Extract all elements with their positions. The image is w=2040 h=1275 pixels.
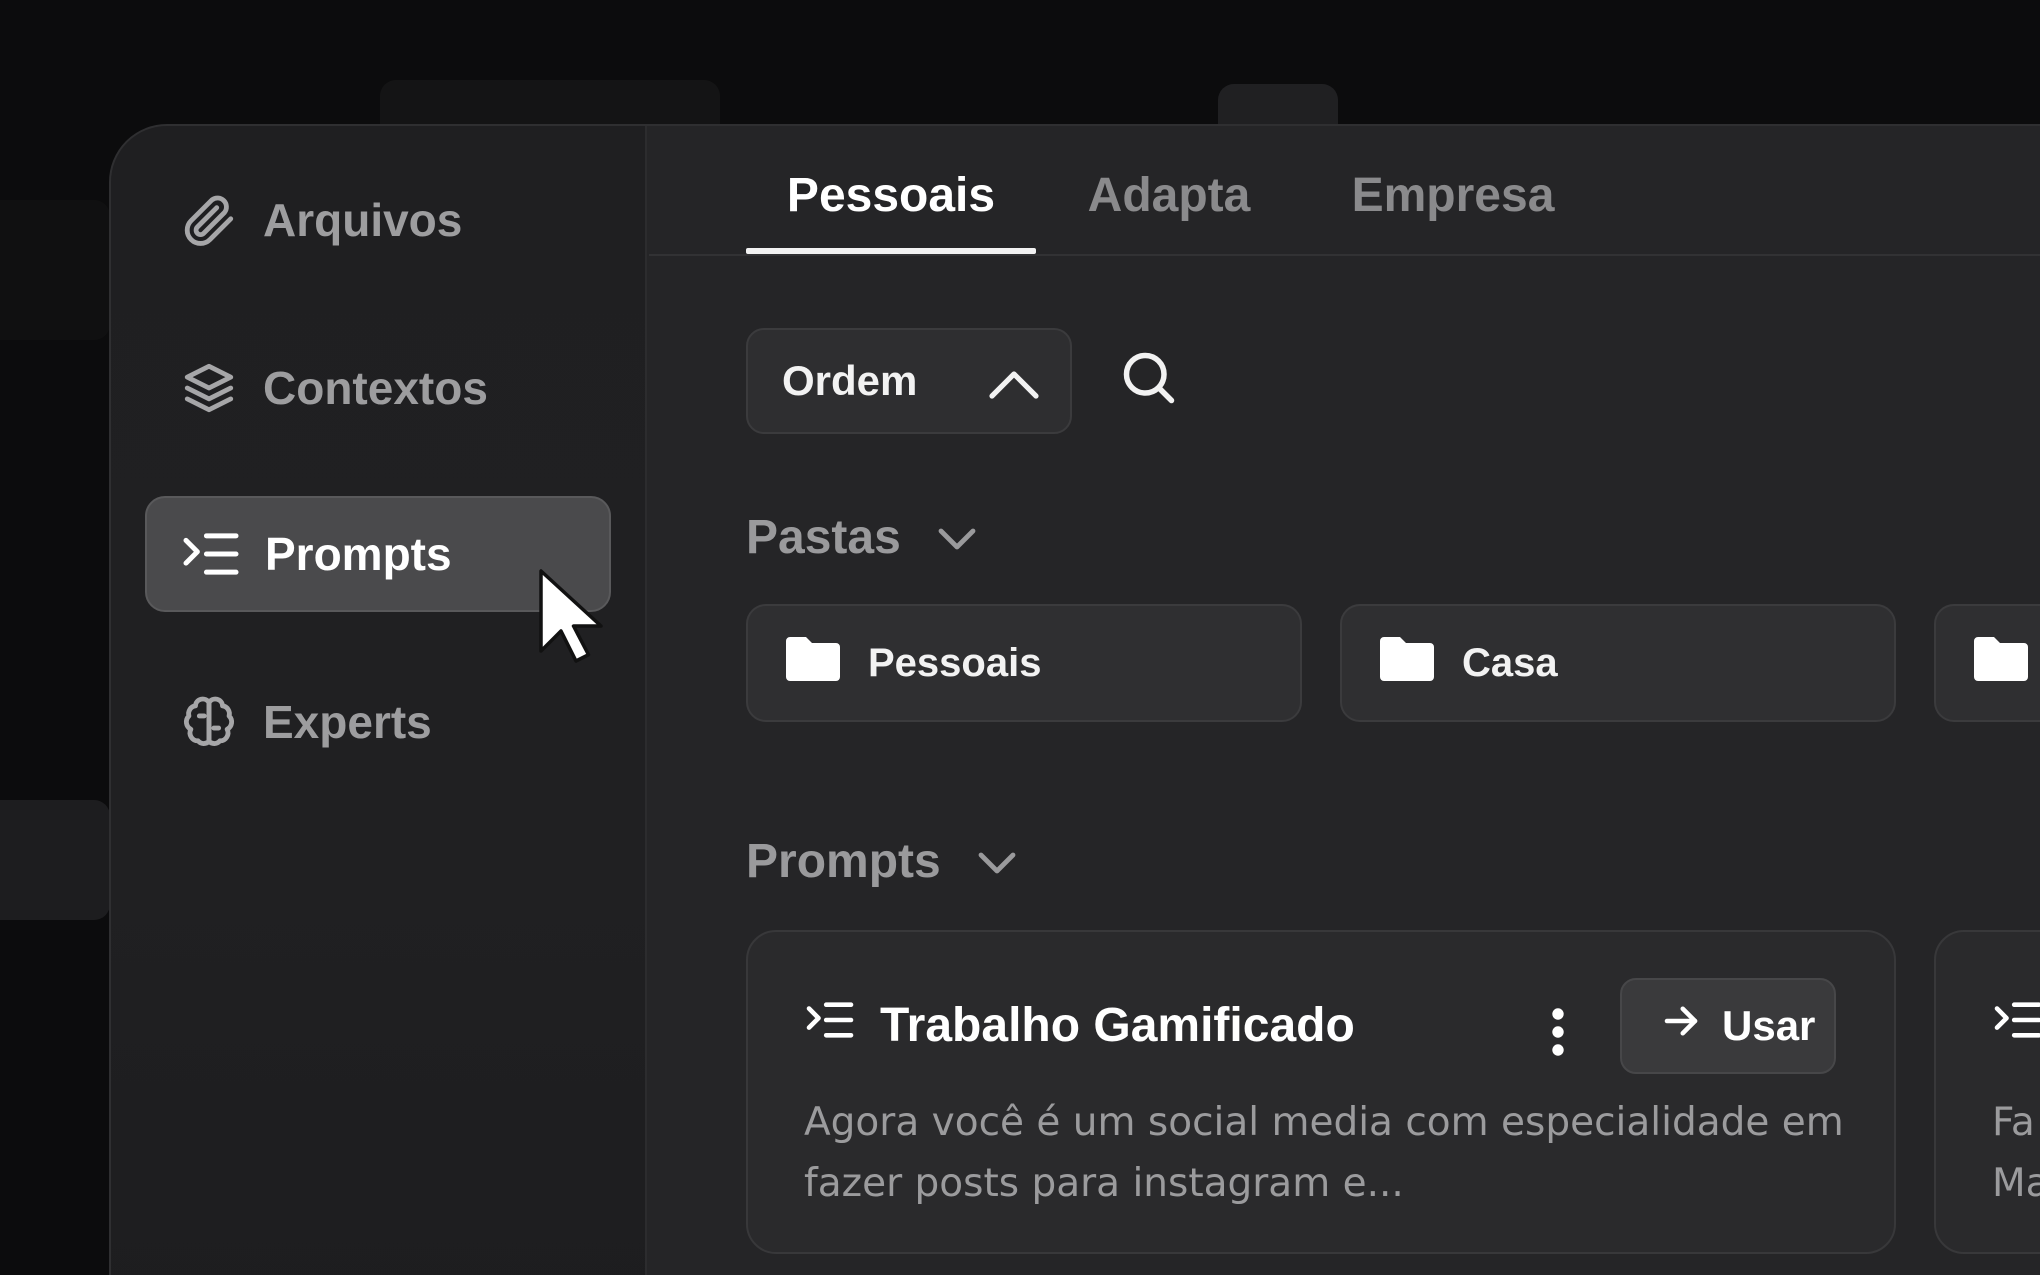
tab-label: Pessoais bbox=[786, 169, 996, 222]
paperclip-icon bbox=[179, 190, 239, 250]
folder-label: Casa bbox=[1462, 640, 1558, 685]
tab-bar: Pessoais Adapta Empresa bbox=[649, 126, 2040, 256]
chevron-down-icon bbox=[937, 510, 977, 565]
folders-section-header[interactable]: Pastas bbox=[746, 510, 977, 565]
order-button[interactable]: Ordem bbox=[746, 328, 1072, 434]
tab-label: Adapta bbox=[1087, 169, 1251, 222]
prompt-list-icon bbox=[181, 524, 241, 584]
prompt-card-title bbox=[1992, 998, 2040, 1053]
use-label: Usar bbox=[1722, 1002, 1816, 1049]
sidebar-item-label: Prompts bbox=[265, 528, 452, 580]
folder-icon bbox=[1376, 633, 1438, 693]
chevron-down-icon bbox=[977, 834, 1017, 889]
tab-adapta[interactable]: Adapta bbox=[1069, 156, 1269, 254]
prompt-description: Agora você é um social media com especia… bbox=[804, 1100, 1844, 1206]
prompt-card[interactable]: Trabalho Gamificado Usar Agora você é um… bbox=[746, 930, 1896, 1254]
prompts-section-title: Prompts bbox=[746, 835, 941, 888]
sidebar-item-contextos[interactable]: Contextos bbox=[145, 330, 611, 446]
prompts-panel: Arquivos Contextos Prompts Experts Pesso… bbox=[109, 124, 2040, 1275]
screen: Arquivos Contextos Prompts Experts Pesso… bbox=[0, 0, 2040, 1275]
prompt-description: Fa bbox=[1992, 1100, 2035, 1145]
arrow-right-icon bbox=[1660, 1000, 1702, 1052]
prompt-card-title: Trabalho Gamificado bbox=[804, 998, 1355, 1053]
prompt-title-text: Trabalho Gamificado bbox=[880, 999, 1355, 1052]
prompt-list-icon bbox=[1992, 998, 2040, 1053]
sidebar-item-experts[interactable]: Experts bbox=[145, 664, 611, 780]
background-pill bbox=[0, 800, 110, 920]
tab-pessoais[interactable]: Pessoais bbox=[746, 156, 1036, 254]
prompt-list-icon bbox=[804, 998, 856, 1053]
use-button[interactable]: Usar bbox=[1620, 978, 1836, 1074]
sidebar-item-label: Contextos bbox=[263, 362, 488, 414]
background-pill bbox=[0, 200, 110, 340]
layers-icon bbox=[179, 358, 239, 418]
tab-empresa[interactable]: Empresa bbox=[1333, 156, 1573, 254]
sidebar-item-label: Arquivos bbox=[263, 194, 463, 246]
more-options-icon[interactable] bbox=[1538, 1002, 1578, 1062]
brain-icon bbox=[179, 692, 239, 752]
prompt-card[interactable]: Fa Ma bbox=[1934, 930, 2040, 1254]
order-label: Ordem bbox=[782, 357, 918, 404]
folder-item[interactable] bbox=[1934, 604, 2040, 722]
search-button[interactable] bbox=[1119, 348, 1183, 412]
folder-icon bbox=[782, 633, 844, 693]
search-icon bbox=[1119, 352, 1179, 412]
tab-label: Empresa bbox=[1351, 169, 1555, 222]
sidebar-item-label: Experts bbox=[263, 696, 432, 748]
folder-label: Pessoais bbox=[868, 640, 1042, 685]
folder-item[interactable]: Pessoais bbox=[746, 604, 1302, 722]
sidebar: Arquivos Contextos Prompts Experts bbox=[111, 126, 647, 1275]
chevron-up-icon bbox=[988, 364, 1040, 412]
prompts-section-header[interactable]: Prompts bbox=[746, 834, 1017, 889]
sidebar-item-arquivos[interactable]: Arquivos bbox=[145, 162, 611, 278]
prompt-description: Ma bbox=[1992, 1161, 2040, 1206]
mouse-cursor-icon bbox=[536, 566, 606, 666]
folder-icon bbox=[1970, 633, 2032, 693]
main-content: Pessoais Adapta Empresa Ordem Pastas Pes… bbox=[649, 126, 2040, 1275]
folder-item[interactable]: Casa bbox=[1340, 604, 1896, 722]
folders-section-title: Pastas bbox=[746, 511, 901, 564]
active-tab-indicator bbox=[746, 248, 1036, 254]
